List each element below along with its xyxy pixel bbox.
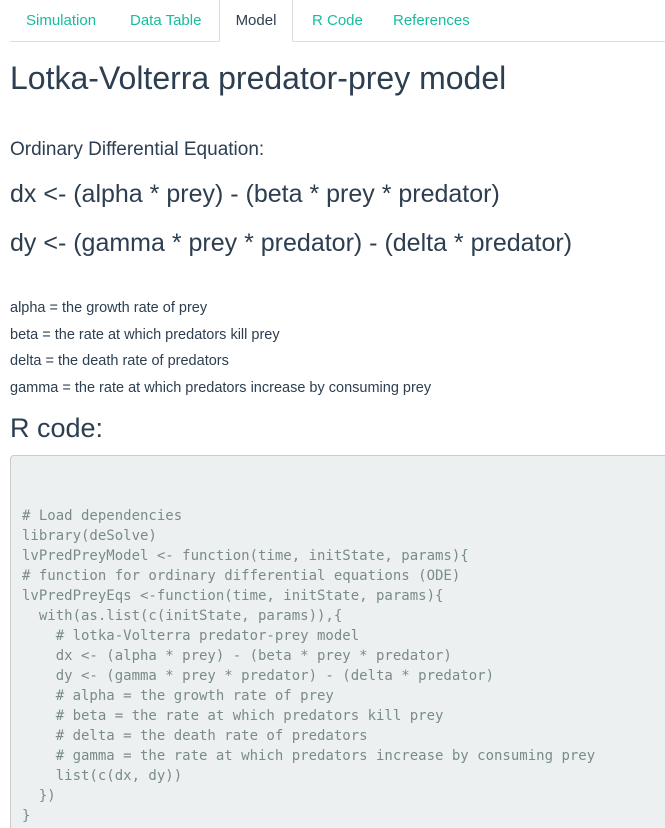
page-title: Lotka-Volterra predator-prey model	[10, 60, 507, 96]
equation-dy: dy <- (gamma * prey * predator) - (delta…	[10, 229, 573, 257]
tab-bar: Simulation Data Table Model R Code Refer…	[10, 0, 665, 42]
tab-references[interactable]: References	[393, 0, 470, 41]
page: Simulation Data Table Model R Code Refer…	[0, 0, 665, 828]
code-line: dy <- (gamma * prey * predator) - (delta…	[22, 668, 495, 684]
code-line: library(deSolve)	[22, 528, 157, 544]
ode-label: Ordinary Differential Equation:	[10, 139, 265, 160]
code-line: # function for ordinary differential equ…	[22, 568, 461, 584]
code-line: # lotka-Volterra predator-prey model	[22, 628, 360, 644]
definition-beta: beta = the rate at which predators kill …	[10, 326, 280, 343]
code-line: with(as.list(c(initState, params)),{	[22, 608, 343, 624]
definition-delta: delta = the death rate of predators	[10, 353, 229, 369]
code-line: lvPredPreyModel <- function(time, initSt…	[22, 548, 469, 564]
tab-r-code[interactable]: R Code	[312, 0, 363, 41]
code-text: # Load dependencies library(deSolve) lvPre…	[22, 506, 595, 826]
code-line: # alpha = the growth rate of prey	[22, 688, 334, 704]
code-block[interactable]: # Load dependencies library(deSolve) lvPre…	[10, 455, 665, 828]
code-line: dx <- (alpha * prey) - (beta * prey * pr…	[22, 648, 452, 664]
code-line: # delta = the death rate of predators	[22, 728, 368, 744]
tab-simulation[interactable]: Simulation	[26, 0, 96, 41]
code-line: })	[22, 788, 56, 804]
equation-dx: dx <- (alpha * prey) - (beta * prey * pr…	[10, 180, 500, 208]
code-line: # beta = the rate at which predators kil…	[22, 708, 444, 724]
code-line: }	[22, 808, 31, 824]
code-line: # Load dependencies	[22, 508, 183, 524]
code-line: lvPredPreyEqs <-function(time, initState…	[22, 588, 444, 604]
tab-model[interactable]: Model	[219, 0, 293, 42]
parameter-definitions: alpha = the growth rate of prey beta = t…	[10, 298, 431, 404]
code-line: # gamma = the rate at which predators in…	[22, 748, 596, 764]
definition-gamma: gamma = the rate at which predators incr…	[10, 379, 432, 396]
definition-alpha: alpha = the growth rate of prey	[10, 300, 208, 316]
code-line: list(c(dx, dy))	[22, 768, 183, 784]
r-code-heading: R code:	[10, 413, 104, 443]
tab-data-table[interactable]: Data Table	[130, 0, 201, 41]
